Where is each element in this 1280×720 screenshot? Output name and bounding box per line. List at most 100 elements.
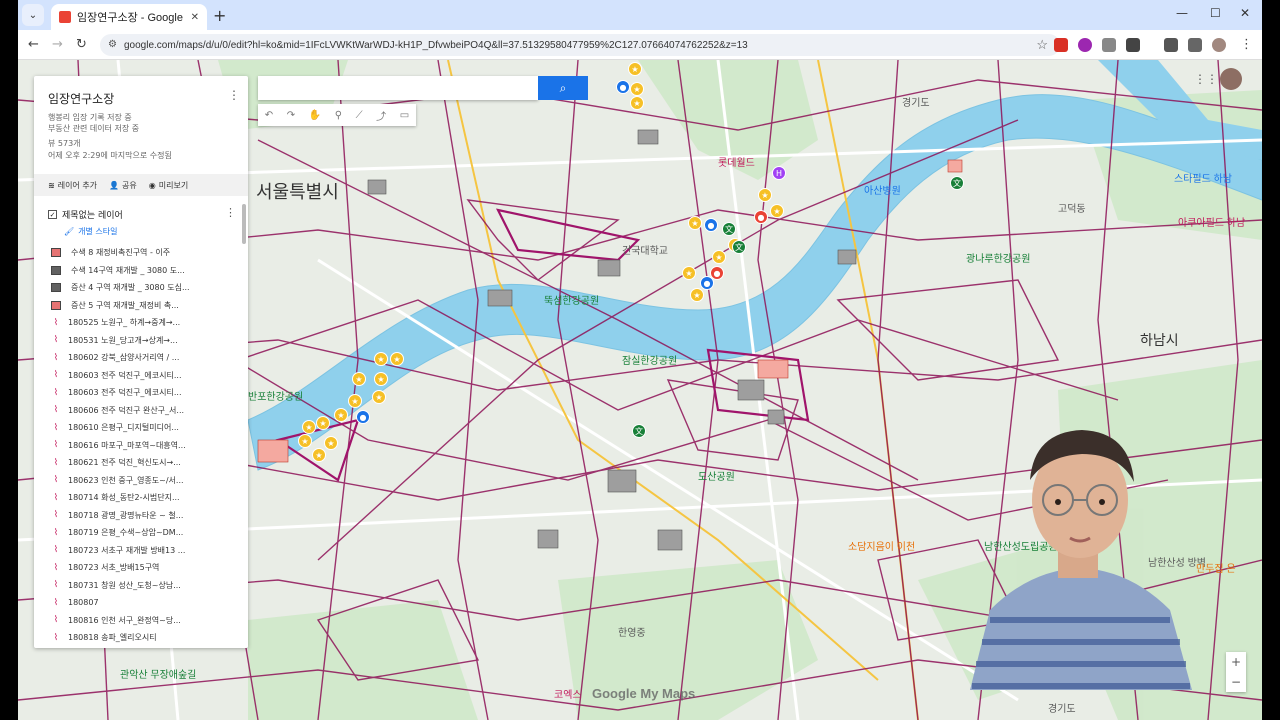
map-marker-icon[interactable]: ★: [390, 352, 404, 366]
reload-icon[interactable]: ↻: [76, 37, 87, 52]
draw-line-icon[interactable]: ⟋: [356, 110, 363, 121]
profile-avatar-icon[interactable]: [1212, 38, 1226, 52]
account-avatar[interactable]: [1220, 68, 1242, 90]
map-marker-icon[interactable]: ★: [374, 352, 388, 366]
layer-header[interactable]: ✓ 제목없는 레이어: [48, 208, 123, 221]
panel-scrollbar[interactable]: [242, 204, 246, 244]
feature-list-item[interactable]: ⌇ 180731 창원 성산_도청~상남...: [48, 577, 238, 595]
map-marker-icon[interactable]: ★: [690, 288, 704, 302]
feature-list-item[interactable]: ⌇ 180606 전주 덕진구 완산구_서...: [48, 402, 238, 420]
undo-icon[interactable]: ↶: [265, 110, 273, 121]
feature-list-item[interactable]: ⌇ 180807: [48, 594, 238, 612]
map-marker-icon[interactable]: ●: [700, 276, 714, 290]
redo-icon[interactable]: ↷: [287, 110, 295, 121]
tab-close-icon[interactable]: ✕: [191, 12, 199, 23]
feature-list-item[interactable]: ⌇ 180621 전주 덕진_혁신도시→...: [48, 454, 238, 472]
preview-button[interactable]: ◉ 미리보기: [149, 180, 188, 191]
url-field[interactable]: ⚙ google.com/maps/d/u/0/edit?hl=ko&mid=1…: [100, 34, 1060, 56]
search-button[interactable]: ⌕: [538, 76, 588, 100]
map-marker-icon[interactable]: ★: [372, 390, 386, 404]
add-layer-button[interactable]: ≋ 레이어 추가: [48, 180, 97, 191]
marker-icon[interactable]: ⚲: [335, 110, 342, 121]
media-icon[interactable]: [1188, 38, 1202, 52]
browser-menu-icon[interactable]: ⋮: [1240, 37, 1253, 52]
map-marker-icon[interactable]: ●: [616, 80, 630, 94]
bookmark-star-icon[interactable]: ☆: [1036, 37, 1048, 53]
map-marker-icon[interactable]: ★: [630, 96, 644, 110]
map-marker-icon[interactable]: ★: [688, 216, 702, 230]
feature-list-item[interactable]: ⌇ 180616 마포구_마포역~대흥역...: [48, 437, 238, 455]
map-marker-icon[interactable]: ●: [356, 410, 370, 424]
map-marker-icon[interactable]: 文: [632, 424, 646, 438]
map-marker-icon[interactable]: ★: [324, 436, 338, 450]
feature-list-item[interactable]: ⌇ 180525 노원구_ 하계→중계→...: [48, 314, 238, 332]
layer-checkbox[interactable]: ✓: [48, 210, 57, 219]
feature-list-item[interactable]: ⌇ 180816 인천 서구_완정역~당...: [48, 612, 238, 630]
map-marker-icon[interactable]: ●: [704, 218, 718, 232]
feature-list-item[interactable]: ⌇ 180603 전주 덕진구_에코시티...: [48, 384, 238, 402]
hand-icon[interactable]: ✋: [309, 110, 321, 121]
map-search-input[interactable]: [258, 76, 538, 100]
map-marker-icon[interactable]: ●: [754, 210, 768, 224]
map-marker-icon[interactable]: ★: [770, 204, 784, 218]
feature-list-item[interactable]: 수색 8 재정비촉진구역 - 이주: [48, 244, 238, 262]
map-marker-icon[interactable]: 文: [722, 222, 736, 236]
back-icon[interactable]: ←: [28, 37, 39, 52]
minimize-icon[interactable]: —: [1176, 6, 1188, 20]
map-marker-icon[interactable]: ★: [712, 250, 726, 264]
feature-list-item[interactable]: ⌇ 180718 광명_광명뉴타운 ~ 철...: [48, 507, 238, 525]
feature-list-item[interactable]: ⌇ 180723 서초_방배15구역: [48, 559, 238, 577]
feature-list-item[interactable]: 증산 4 구역 재개발 _ 3080 도심...: [48, 279, 238, 297]
map-marker-icon[interactable]: ★: [630, 82, 644, 96]
map-marker-icon[interactable]: ★: [374, 372, 388, 386]
feature-list-item[interactable]: ⌇ 180602 강북_삼양사거리역 / ...: [48, 349, 238, 367]
camera-extension-icon[interactable]: [1102, 38, 1116, 52]
extension-icon[interactable]: [1054, 38, 1068, 52]
maximize-icon[interactable]: ☐: [1210, 6, 1221, 20]
feature-list-item[interactable]: ⌇ 180610 은평구_디지털미디어...: [48, 419, 238, 437]
map-canvas[interactable]: 서울특별시 하남시 경기도 경기도 뚝섬한강공원 잠실한강공원 반포한강공원 광…: [18, 60, 1262, 720]
feature-list-item[interactable]: ⌇ 180719 은평_수색~상암~DM...: [48, 524, 238, 542]
map-marker-icon[interactable]: ★: [316, 416, 330, 430]
map-marker-icon[interactable]: ★: [312, 448, 326, 462]
download-icon[interactable]: [1164, 38, 1178, 52]
feature-list-item[interactable]: ⌇ 180603 전주 덕진구_에코시티...: [48, 367, 238, 385]
map-title[interactable]: 임장연구소장: [48, 90, 114, 107]
feature-list-item[interactable]: ⌇ 180723 서초구 재개발 방배13 ...: [48, 542, 238, 560]
map-marker-icon[interactable]: ★: [352, 372, 366, 386]
feature-list-item[interactable]: ⌇ 180714 화성_동탄2-시범단지...: [48, 489, 238, 507]
feature-list-item[interactable]: ⌇ 180623 인천 중구_영종도~/서...: [48, 472, 238, 490]
browser-tab[interactable]: 임장연구소장 - Google 내 지도 ✕: [51, 4, 207, 30]
route-line-icon: ⌇: [53, 562, 59, 573]
map-marker-icon[interactable]: ★: [628, 62, 642, 76]
layer-more-icon[interactable]: ⋮: [225, 206, 236, 219]
map-marker-icon[interactable]: ★: [302, 420, 316, 434]
map-label-park: 도산공원: [698, 472, 735, 483]
share-button[interactable]: 👤 공유: [109, 180, 137, 191]
map-marker-icon[interactable]: 文: [950, 176, 964, 190]
extension-icon[interactable]: [1078, 38, 1092, 52]
feature-label: 180714 화성_동탄2-시범단지...: [68, 493, 180, 503]
map-marker-icon[interactable]: ★: [348, 394, 362, 408]
ruler-icon[interactable]: ▭: [400, 110, 409, 121]
tab-search-icon[interactable]: ⌄: [22, 4, 44, 26]
map-marker-icon[interactable]: H: [772, 166, 786, 180]
panel-more-icon[interactable]: ⋮: [228, 88, 240, 102]
site-info-icon[interactable]: ⚙: [108, 39, 117, 50]
feature-list-item[interactable]: ⌇ 180531 노원_당고개→상계→...: [48, 332, 238, 350]
feature-list-item[interactable]: 수색 14구역 재개발 _ 3080 도...: [48, 262, 238, 280]
map-marker-icon[interactable]: ★: [758, 188, 772, 202]
close-window-icon[interactable]: ✕: [1240, 6, 1250, 20]
feature-list-item[interactable]: ⌇ 180818 송파_엘리오시티: [48, 629, 238, 647]
new-tab-button[interactable]: +: [213, 6, 226, 25]
layer-name[interactable]: 제목없는 레이어: [62, 208, 123, 221]
directions-icon[interactable]: ⤴: [376, 108, 386, 123]
map-marker-icon[interactable]: ★: [334, 408, 348, 422]
map-marker-icon[interactable]: 文: [732, 240, 746, 254]
map-marker-icon[interactable]: ★: [298, 434, 312, 448]
individual-style-link[interactable]: 🖌 개별 스타일: [64, 226, 118, 237]
map-marker-icon[interactable]: ★: [682, 266, 696, 280]
forward-icon[interactable]: →: [52, 37, 63, 52]
feature-list-item[interactable]: 증산 5 구역 재개발_재정비 촉...: [48, 297, 238, 315]
extensions-puzzle-icon[interactable]: [1126, 38, 1140, 52]
